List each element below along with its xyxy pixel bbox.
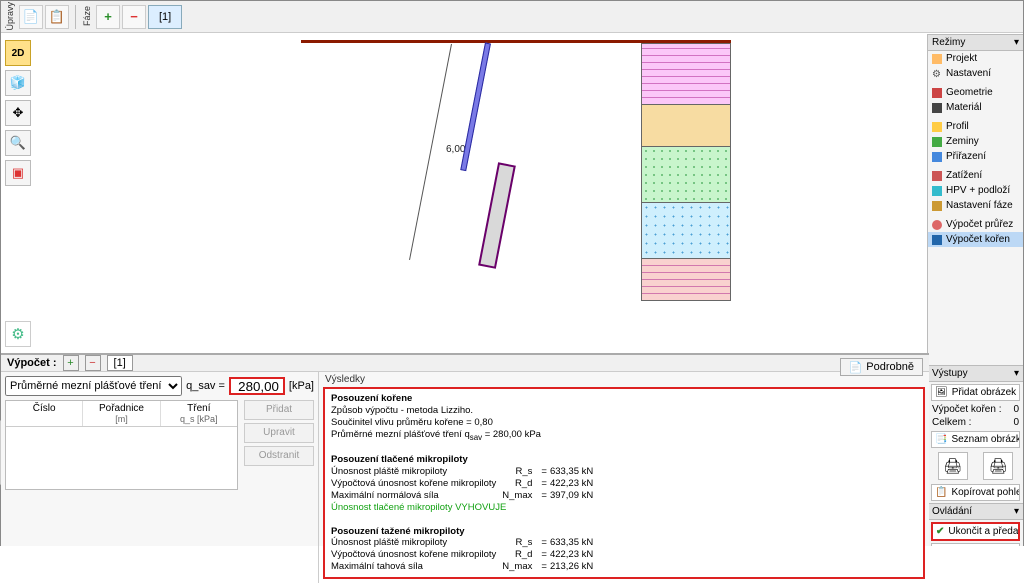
vlabel-upravy: Úpravy [5,0,15,33]
toolbar-btn-1[interactable]: 📄 [19,5,43,29]
mode-prirazeni[interactable]: Přiřazení [928,149,1023,164]
image-list-button[interactable]: 📑 Seznam obrázků [931,431,1020,448]
bottom-header-label: Výpočet : [7,357,57,369]
calc-add-button[interactable]: + [63,355,79,371]
friction-mode-select[interactable]: Průměrné mezní plášťové tření [5,376,182,396]
extents-button[interactable]: ▣ [5,160,31,186]
q-unit: [kPa] [289,380,314,392]
section-vystupy: Výstupy▾ [928,365,1023,382]
top-toolbar: Úpravy 📄 📋 Fáze + − [1] [1,1,1023,33]
section-ovladani: Ovládání▾ [928,503,1023,520]
mode-profil[interactable]: Profil [928,119,1023,134]
soil-layer-3 [641,147,731,203]
mode-vypocet-prurez[interactable]: Výpočet průřez [928,217,1023,232]
phase-add-button[interactable]: + [96,5,120,29]
row-edit-button[interactable]: Upravit [244,423,314,443]
zoom-tool-button[interactable]: 🔍 [5,130,31,156]
results-box: Posouzení kořene Způsob výpočtu - metoda… [323,387,925,579]
results-title: Výsledky [319,372,929,387]
micropile-shaft [460,42,491,171]
bottom-panel: Výpočet : + − [1] 📄 Podrobně Průměrné me… [1,353,929,546]
calc-tab-1[interactable]: [1] [107,355,133,371]
soil-layer-4 [641,203,731,259]
mode-material[interactable]: Materiál [928,100,1023,115]
soil-layer-5 [641,259,731,301]
print-button-1[interactable]: 🖨 [938,452,968,480]
input-panel: Průměrné mezní plášťové tření q_sav = [k… [1,372,319,583]
settings-gear-button[interactable]: ⚙ [5,321,31,347]
row-delete-button[interactable]: Odstranit [244,446,314,466]
q-value-input[interactable] [229,377,285,395]
mode-geometrie[interactable]: Geometrie [928,85,1023,100]
soil-layer-2 [641,105,731,147]
mode-vypocet-koren[interactable]: Výpočet kořen [928,232,1023,247]
copy-view-button[interactable]: 📋 Kopírovat pohled [931,484,1020,501]
list-icon: 📑 [935,434,947,445]
pan-tool-button[interactable]: ✥ [5,100,31,126]
soil-column [641,43,731,301]
toolbar-btn-2[interactable]: 📋 [45,5,69,29]
add-image-icon: 🖼 [935,387,948,398]
row-add-button[interactable]: Přidat [244,400,314,420]
add-image-button[interactable]: 🖼 Přidat obrázek [931,384,1020,401]
view-toolbar: 2D 🧊 ✥ 🔍 ▣ [5,40,31,186]
mode-hpv[interactable]: HPV + podloží [928,183,1023,198]
micropile-root [478,162,516,269]
mode-zatizeni[interactable]: Zatížení [928,168,1023,183]
canvas[interactable]: 6,00 [41,34,921,353]
q-symbol: q_sav = [186,380,225,392]
detail-icon: 📄 [849,361,863,374]
friction-table[interactable]: Číslo Pořadnice[m] Třeníq_s [kPa] [5,400,238,490]
bottom-header: Výpočet : + − [1] [1,355,929,372]
section-regimy: Režimy▾ [928,34,1023,51]
check-icon: ✔ [936,526,944,537]
mode-nastaveni-faze[interactable]: Nastavení fáze [928,198,1023,213]
mode-zeminy[interactable]: Zeminy [928,134,1023,149]
view-2d-button[interactable]: 2D [5,40,31,66]
view-3d-button[interactable]: 🧊 [5,70,31,96]
detail-button[interactable]: 📄 Podrobně [840,358,923,376]
copy-icon: 📋 [935,487,947,498]
right-panel: Režimy▾ Projekt ⚙Nastavení Geometrie Mat… [927,34,1023,546]
print-button-2[interactable]: 🖨 [983,452,1013,480]
calc-remove-button[interactable]: − [85,355,101,371]
drawing-viewport: 2D 🧊 ✥ 🔍 ▣ ⚙ 6,00 [1,34,929,353]
phase-remove-button[interactable]: − [122,5,146,29]
output-count-vypocet: Výpočet kořen :0 [928,403,1023,416]
phase-tab-1[interactable]: [1] [148,5,182,29]
vlabel-faze: Fáze [82,4,92,28]
soil-layer-1 [641,43,731,105]
mode-projekt[interactable]: Projekt [928,51,1023,66]
output-count-celkem: Celkem :0 [928,416,1023,429]
mode-nastaveni[interactable]: ⚙Nastavení [928,66,1023,81]
finish-and-pass-button[interactable]: ✔ Ukončit a předat [931,522,1020,541]
